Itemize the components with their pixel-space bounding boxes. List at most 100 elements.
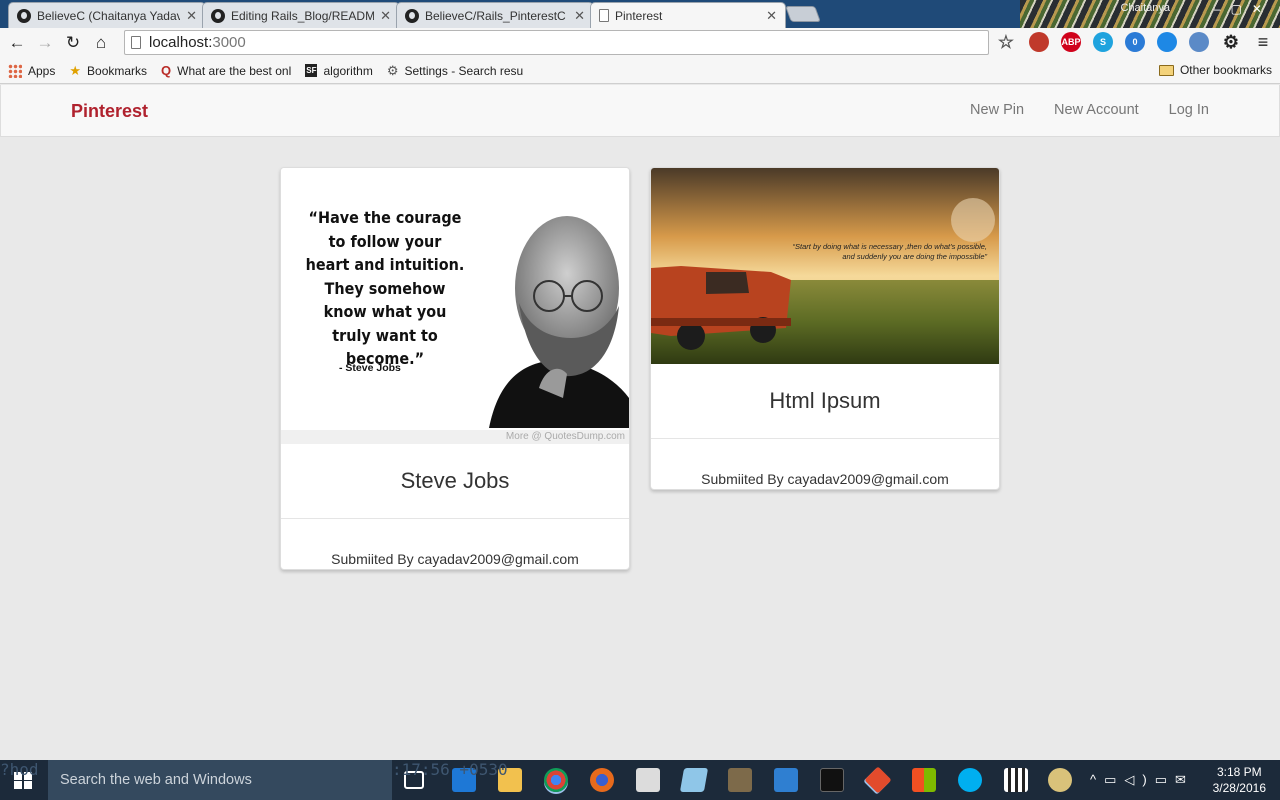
- quote-line: know what you: [323, 302, 447, 321]
- nav-links: New Pin New Account Log In: [970, 102, 1209, 118]
- terminal-ghost-text: ?hod: [0, 760, 39, 779]
- home-icon[interactable]: ⌂: [90, 32, 112, 54]
- terminal-ghost-text: :17:56 +0530: [392, 760, 508, 779]
- bookmark-label: Bookmarks: [87, 63, 148, 78]
- adblock-icon[interactable]: ABP: [1061, 32, 1081, 52]
- bookmark-quora[interactable]: Q What are the best onl: [161, 63, 291, 78]
- taskbar-search-box[interactable]: Search the web and Windows: [48, 760, 392, 800]
- ghostery-icon[interactable]: 0: [1125, 32, 1145, 52]
- back-icon[interactable]: ←: [6, 32, 28, 54]
- notes-icon[interactable]: [679, 768, 709, 792]
- brand-link[interactable]: Pinterest: [71, 101, 148, 122]
- pin-card[interactable]: “Have the courage to follow your heart a…: [280, 167, 630, 570]
- close-icon[interactable]: ✕: [574, 8, 585, 24]
- site-navbar: Pinterest New Pin New Account Log In: [0, 85, 1280, 137]
- git-icon[interactable]: [864, 766, 892, 794]
- bookmarks-bar: Apps ★ Bookmarks Q What are the best onl…: [0, 58, 1280, 84]
- url-port: 3000: [212, 34, 246, 51]
- image-quote-text: “Have the courage to follow your heart a…: [304, 206, 466, 371]
- tab-title: BelieveC/Rails_PinterestC: [425, 8, 566, 23]
- new-tab-button[interactable]: [785, 6, 821, 22]
- github-icon: [211, 8, 225, 23]
- folder-icon: [1158, 64, 1174, 76]
- tab-title: Pinterest: [615, 8, 663, 23]
- image-credit: More @ QuotesDump.com: [505, 431, 625, 442]
- download-icon[interactable]: [1189, 32, 1209, 52]
- nav-new-account[interactable]: New Account: [1054, 102, 1139, 118]
- close-icon[interactable]: ✕: [186, 8, 197, 24]
- credit-strip: More @ QuotesDump.com: [281, 430, 629, 444]
- pin-submitter: Submiited By cayadav2009@gmail.com: [331, 551, 579, 567]
- sf-icon: SF: [305, 64, 318, 77]
- bookmark-algorithm[interactable]: SF algorithm: [305, 64, 373, 78]
- pin-title[interactable]: Html Ipsum: [651, 388, 999, 414]
- bookmark-settings[interactable]: ⚙ Settings - Search resu: [387, 63, 523, 79]
- lastpass-icon[interactable]: [1029, 32, 1049, 52]
- quote-line: to follow your: [328, 231, 442, 251]
- nav-new-pin[interactable]: New Pin: [970, 102, 1024, 118]
- other-bookmarks[interactable]: Other bookmarks: [1158, 63, 1272, 77]
- tab-pinterest[interactable]: Pinterest ✕: [590, 2, 786, 28]
- tab-editing-readme[interactable]: Editing Rails_Blog/READM ✕: [202, 2, 400, 28]
- github-icon: [17, 8, 31, 23]
- nav-log-in[interactable]: Log In: [1169, 102, 1209, 118]
- office-icon[interactable]: [912, 768, 936, 792]
- quote-line: and suddenly you are doing the impossibl…: [842, 252, 987, 261]
- star-icon: ★: [69, 62, 82, 78]
- card-divider: [281, 518, 629, 519]
- app-icon[interactable]: [774, 768, 798, 792]
- chrome-icon[interactable]: [544, 768, 568, 792]
- quote-line: heart and intuition.: [305, 255, 465, 274]
- profile-name[interactable]: Chaitanya: [1120, 2, 1170, 14]
- browser-toolbar: ← → ↻ ⌂ localhost: 3000 ☆ ABP S 0 ⚙ ≡: [0, 28, 1280, 58]
- terminal-icon[interactable]: [820, 768, 844, 792]
- camera-icon[interactable]: [636, 768, 660, 792]
- portrait-illustration: [489, 216, 629, 428]
- pin-image[interactable]: “Start by doing what is necessary ,then …: [651, 168, 999, 364]
- video-editor-icon[interactable]: [1004, 768, 1028, 792]
- tab-strip: BelieveC (Chaitanya Yadav ✕ Editing Rail…: [0, 0, 1280, 28]
- quote-author: - Steve Jobs: [339, 362, 401, 374]
- skype-ext-icon[interactable]: S: [1093, 32, 1113, 52]
- bookmark-label: Settings - Search resu: [404, 63, 524, 78]
- skype-icon[interactable]: [958, 768, 982, 792]
- close-icon[interactable]: ✕: [766, 8, 777, 24]
- gear-icon: ⚙: [386, 62, 399, 78]
- sublime-icon[interactable]: [728, 768, 752, 792]
- tab-rails-pinterest-repo[interactable]: BelieveC/Rails_PinterestC ✕: [396, 2, 594, 28]
- apps-icon: [8, 63, 22, 78]
- address-bar[interactable]: localhost: 3000: [124, 30, 989, 55]
- quote-line: “Start by doing what is necessary ,then …: [792, 242, 987, 251]
- github-icon: [405, 8, 419, 23]
- pin-title[interactable]: Steve Jobs: [281, 468, 629, 494]
- bookmark-apps[interactable]: Apps: [8, 63, 56, 78]
- bookmark-bookmarks[interactable]: ★ Bookmarks: [69, 63, 147, 79]
- window-controls[interactable]: –▢✕: [1214, 2, 1272, 16]
- pin-card[interactable]: “Start by doing what is necessary ,then …: [650, 167, 1000, 490]
- close-icon[interactable]: ✕: [380, 8, 391, 24]
- clock-date: 3/28/2016: [1212, 781, 1266, 795]
- firefox-icon[interactable]: [590, 768, 614, 792]
- pin-image[interactable]: “Have the courage to follow your heart a…: [281, 168, 629, 444]
- clock-time: 3:18 PM: [1216, 765, 1262, 779]
- quote-line: “Have the courage: [308, 208, 462, 227]
- reload-icon[interactable]: ↻: [62, 32, 84, 54]
- bookmark-star-icon[interactable]: ☆: [996, 32, 1016, 52]
- history-icon[interactable]: [1157, 32, 1177, 52]
- bookmark-label: Apps: [28, 63, 56, 78]
- card-divider: [651, 438, 999, 439]
- page-info-icon: [131, 36, 141, 49]
- forward-icon[interactable]: →: [34, 32, 56, 54]
- settings-gear-icon[interactable]: ⚙: [1221, 32, 1241, 52]
- paint-icon[interactable]: [1048, 768, 1072, 792]
- bookmark-label: algorithm: [323, 63, 373, 78]
- quora-icon: Q: [161, 63, 172, 78]
- image-quote-text: “Start by doing what is necessary ,then …: [737, 242, 987, 262]
- other-bookmarks-label: Other bookmarks: [1179, 63, 1272, 77]
- clock[interactable]: 3:18 PM 3/28/2016: [1213, 764, 1266, 796]
- quote-line: They somehow: [324, 278, 446, 298]
- tab-believec-profile[interactable]: BelieveC (Chaitanya Yadav ✕: [8, 2, 206, 28]
- tab-title: Editing Rails_Blog/READM: [231, 8, 375, 23]
- menu-icon[interactable]: ≡: [1253, 32, 1273, 52]
- system-tray-icons[interactable]: ^▭◁)▭✉: [1090, 772, 1194, 788]
